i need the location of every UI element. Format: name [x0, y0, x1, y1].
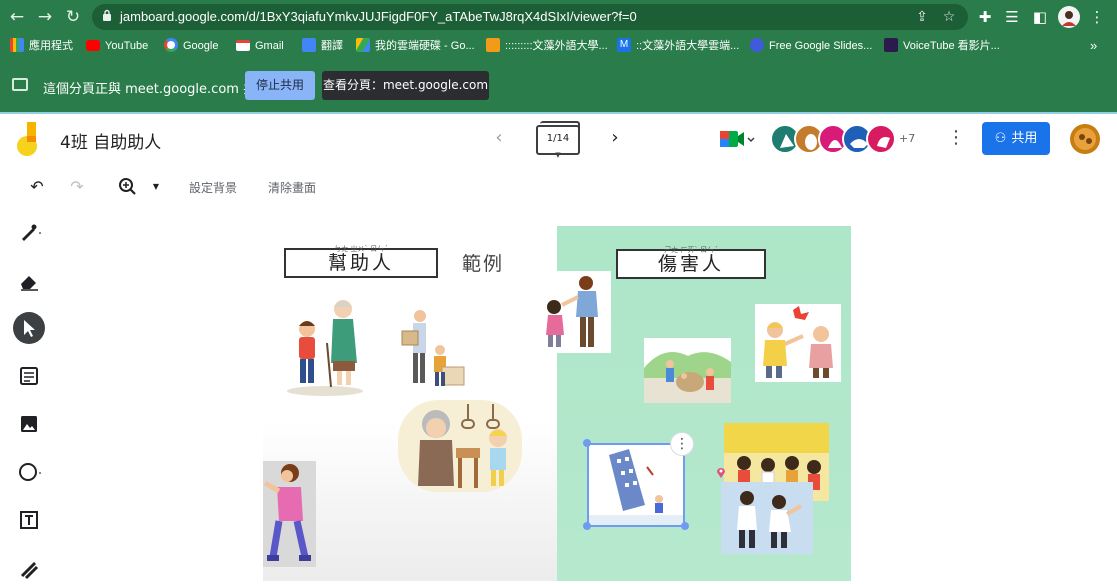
- collaborator-avatar: [866, 124, 896, 154]
- zoom-dropdown-chevron-icon[interactable]: ▼: [145, 177, 167, 197]
- star-bookmark-icon[interactable]: ☆: [940, 8, 958, 26]
- bookmark-wenzao-2[interactable]: M::文藻外語大學雲端...: [617, 38, 739, 54]
- example-label[interactable]: 範例: [462, 249, 504, 276]
- account-avatar[interactable]: [1070, 124, 1100, 154]
- bookmark-youtube[interactable]: YouTube: [86, 38, 148, 54]
- undo-icon[interactable]: ↶: [26, 177, 48, 197]
- share-button[interactable]: ⚇ 共用: [982, 122, 1050, 155]
- hurting-people-ruby: ㄕㄤ ㄏㄞˋ ㄖㄣˊ: [664, 246, 718, 254]
- slides-icon: [750, 38, 764, 53]
- jam-title[interactable]: 4班 自助助人: [60, 128, 161, 153]
- rotate-handle-icon[interactable]: [583, 439, 591, 447]
- bookmark-voicetube[interactable]: VoiceTube 看影片...: [884, 38, 1000, 54]
- circle-icon: [19, 463, 41, 481]
- select-icon: [24, 320, 35, 337]
- sticky-note-icon: [20, 367, 38, 385]
- youtube-icon: [86, 39, 100, 51]
- stop-sharing-button[interactable]: 停止共用: [245, 71, 315, 100]
- sticky-note-tool[interactable]: [13, 360, 45, 392]
- illustration-argument[interactable]: [755, 304, 841, 382]
- illustration-boy-helping-grandmother[interactable]: [283, 295, 368, 397]
- illustration-hitting[interactable]: [721, 482, 813, 554]
- media-controls-icon[interactable]: ☰: [1001, 6, 1023, 28]
- apps-grid-icon: [10, 38, 24, 53]
- google-icon: [164, 38, 178, 53]
- resize-handle-bottom-left[interactable]: [583, 522, 591, 530]
- bookmark-gmail[interactable]: Gmail: [236, 38, 284, 54]
- illustration-carrying-boxes[interactable]: [398, 307, 468, 389]
- gmail-icon: [236, 39, 250, 51]
- select-tool[interactable]: [13, 312, 45, 344]
- m-logo-icon: M: [617, 38, 631, 53]
- chrome-profile-avatar[interactable]: [1058, 6, 1080, 28]
- chevron-down-icon: ▼: [555, 151, 561, 159]
- drive-icon: [356, 38, 370, 53]
- voicetube-icon: [884, 38, 898, 53]
- bookmarks-bar: 應用程式 YouTube Google Gmail 翻譯 我的雲端硬碟 - Go…: [0, 34, 1117, 58]
- laser-tool[interactable]: [13, 552, 45, 584]
- set-background-button[interactable]: 設定背景: [189, 179, 237, 196]
- google-meet-icon[interactable]: [719, 128, 755, 150]
- image-tool[interactable]: [13, 408, 45, 440]
- arrow-forward-icon[interactable]: →: [34, 6, 56, 28]
- rss-icon: [486, 38, 500, 53]
- screen-share-icon: [12, 78, 28, 91]
- person-add-icon: ⚇: [994, 131, 1007, 146]
- previous-frame-icon[interactable]: ‹: [489, 127, 509, 149]
- browser-tab-strip: ← → ↻ jamboard.google.com/d/1BxY3qiafuYm…: [0, 0, 1117, 34]
- more-options-icon[interactable]: ⋮: [945, 127, 967, 149]
- selected-image-bounds[interactable]: [587, 443, 685, 527]
- illustration-pushing-child[interactable]: [540, 271, 611, 353]
- collaborators-more-count[interactable]: +7: [899, 132, 915, 145]
- text-box-icon: [20, 511, 38, 529]
- chrome-menu-icon[interactable]: ⋮: [1086, 6, 1108, 28]
- bookmark-translate[interactable]: 翻譯: [302, 38, 343, 54]
- tab-sharing-infobar: 這個分頁正與 meet.google.com 共用 停止共用 查看分頁：meet…: [0, 58, 1117, 114]
- eraser-tool[interactable]: [13, 264, 45, 296]
- illustration-bus-seat-for-elder[interactable]: [398, 400, 522, 492]
- arrow-back-icon[interactable]: ←: [6, 6, 28, 28]
- text-box-tool[interactable]: [13, 504, 45, 536]
- view-tab-button[interactable]: 查看分頁：meet.google.com: [322, 71, 489, 100]
- location-pin-icon: [717, 468, 725, 478]
- bookmark-drive[interactable]: 我的雲端硬碟 - Go...: [356, 38, 475, 54]
- helping-people-ruby: ㄅㄤ ㄓㄨˋ ㄖㄣˊ: [334, 245, 388, 253]
- resize-handle-bottom-right[interactable]: [681, 522, 689, 530]
- frame-counter: 1/14: [546, 133, 570, 144]
- image-icon: [21, 416, 37, 432]
- bookmark-slides[interactable]: Free Google Slides...: [750, 38, 872, 54]
- extensions-puzzle-icon[interactable]: ✚: [974, 6, 996, 28]
- pen-icon: [22, 224, 41, 241]
- bookmarks-overflow-icon[interactable]: »: [1090, 38, 1097, 54]
- redo-icon[interactable]: ↷: [66, 177, 88, 197]
- eraser-icon: [21, 276, 38, 291]
- hurting-people-label[interactable]: 傷害人 ㄕㄤ ㄏㄞˋ ㄖㄣˊ: [616, 246, 766, 279]
- pen-tool[interactable]: [13, 216, 45, 248]
- image-options-icon[interactable]: ⋮: [670, 432, 694, 456]
- lock-icon: [103, 9, 111, 21]
- bookmark-apps[interactable]: 應用程式: [10, 38, 73, 54]
- share-page-icon[interactable]: ⇪: [913, 8, 931, 26]
- translate-icon: [302, 38, 316, 53]
- clear-frame-button[interactable]: 清除畫面: [268, 179, 316, 196]
- helping-people-label[interactable]: 幫助人 ㄅㄤ ㄓㄨˋ ㄖㄣˊ: [284, 245, 438, 278]
- side-panel-icon[interactable]: ◧: [1029, 6, 1051, 28]
- url-text: jamboard.google.com/d/1BxY3qiafuYmkvJUJF…: [120, 9, 637, 24]
- illustration-child-pushing[interactable]: [263, 461, 316, 567]
- laser-icon: [20, 561, 39, 580]
- illustration-bullying-scene[interactable]: [644, 338, 731, 403]
- address-bar[interactable]: jamboard.google.com/d/1BxY3qiafuYmkvJUJF…: [92, 4, 968, 30]
- reload-icon[interactable]: ↻: [62, 6, 84, 28]
- bookmark-wenzao-1[interactable]: :::::::::文藻外語大學...: [486, 38, 608, 54]
- sharing-message: 這個分頁正與 meet.google.com 共用: [43, 82, 270, 97]
- shape-tool[interactable]: [13, 456, 45, 488]
- zoom-icon[interactable]: [117, 177, 139, 197]
- bookmark-google[interactable]: Google: [164, 38, 218, 54]
- jamboard-logo-icon[interactable]: [17, 122, 41, 157]
- next-frame-icon[interactable]: ›: [605, 127, 625, 149]
